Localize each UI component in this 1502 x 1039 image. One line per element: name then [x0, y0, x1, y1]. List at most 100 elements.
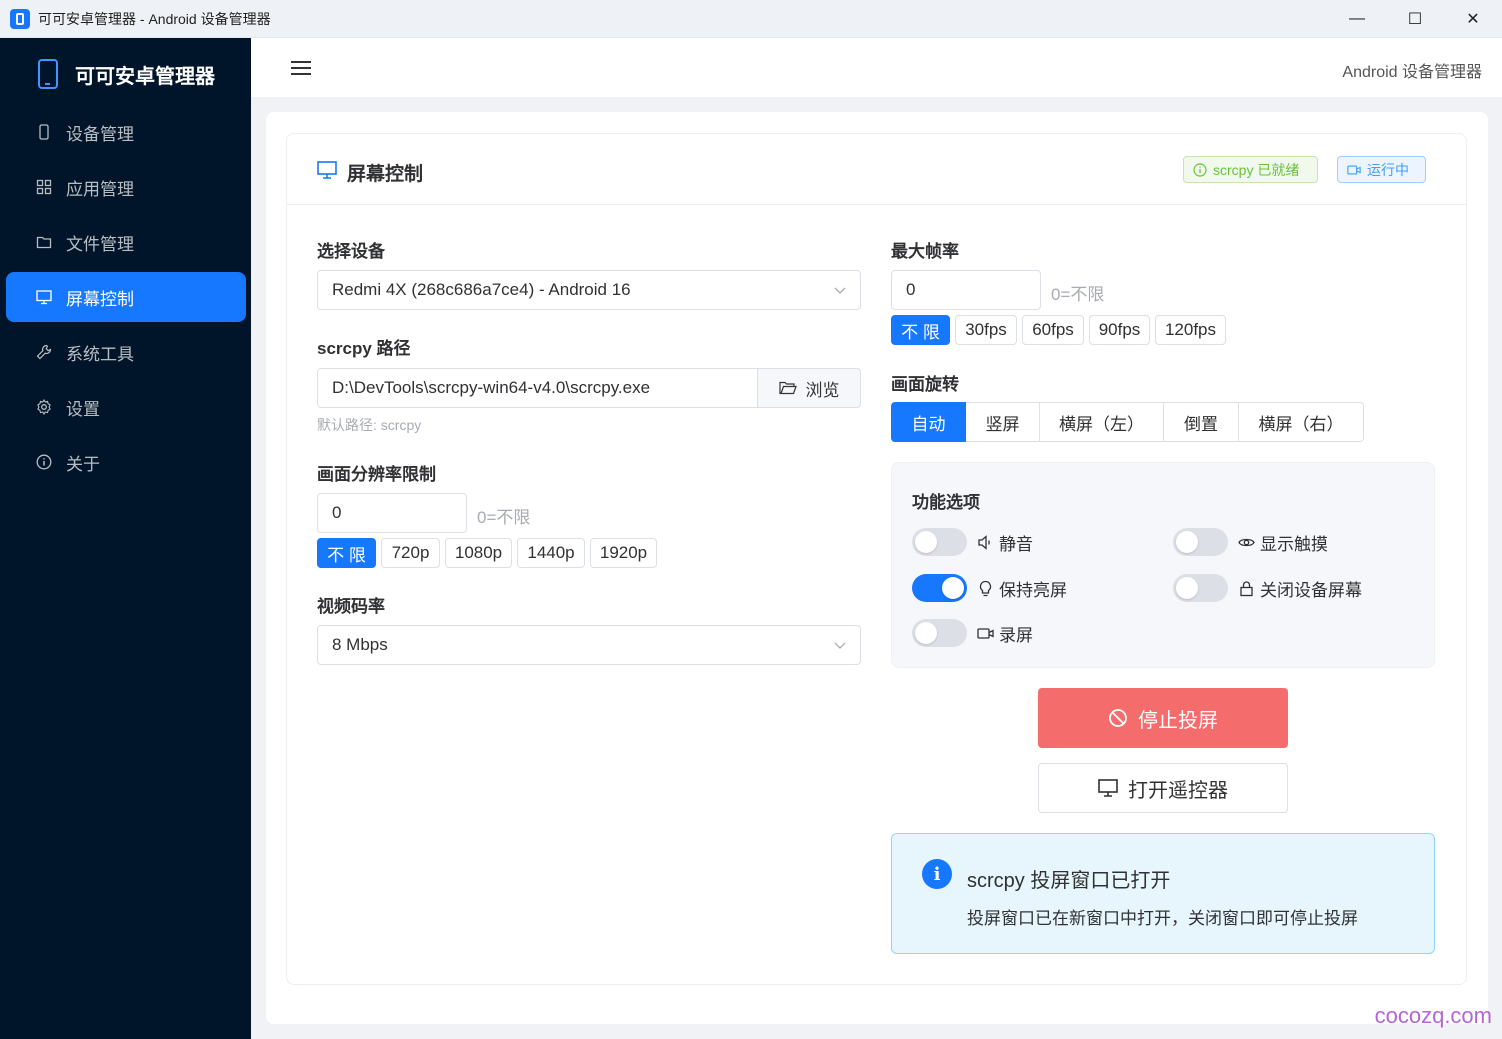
- max-fps-hint: 0=不限: [1051, 285, 1105, 304]
- fps-preset-60[interactable]: 60fps: [1022, 315, 1084, 345]
- monitor-icon: [1098, 779, 1118, 797]
- sidebar-item-about[interactable]: 关于: [6, 437, 246, 487]
- open-remote-button[interactable]: 打开遥控器: [1038, 763, 1288, 813]
- top-header: Android 设备管理器: [251, 38, 1502, 98]
- feature-options-title: 功能选项: [912, 493, 980, 512]
- window-title: 可可安卓管理器 - Android 设备管理器: [38, 10, 271, 27]
- bulb-icon: [979, 580, 992, 596]
- brand-name: 可可安卓管理器: [75, 65, 215, 88]
- feature-turn-screen-off: 关闭设备屏幕: [1173, 574, 1362, 602]
- device-select-value: Redmi 4X (268c686a7ce4) - Android 16: [332, 280, 631, 299]
- device-select[interactable]: Redmi 4X (268c686a7ce4) - Android 16: [317, 270, 861, 310]
- resolution-input[interactable]: 0: [317, 493, 467, 533]
- maximize-button[interactable]: ☐: [1386, 0, 1444, 38]
- max-fps-input[interactable]: 0: [891, 270, 1041, 310]
- rotation-landscape-left[interactable]: 横屏（左）: [1040, 402, 1164, 442]
- rotation-portrait[interactable]: 竖屏: [966, 402, 1040, 442]
- rotation-auto[interactable]: 自动: [891, 402, 966, 442]
- rotation-landscape-right[interactable]: 横屏（右）: [1239, 402, 1364, 442]
- resolution-preset-1440p[interactable]: 1440p: [517, 538, 585, 568]
- card-title: 屏幕控制: [347, 164, 424, 185]
- record-toggle[interactable]: [912, 619, 967, 647]
- feature-record: 录屏: [912, 619, 1033, 647]
- sidebar-item-settings[interactable]: 设置: [6, 382, 246, 432]
- minimize-button[interactable]: —: [1328, 0, 1386, 38]
- bitrate-label: 视频码率: [317, 597, 385, 616]
- feature-label: 显示触摸: [1260, 534, 1328, 554]
- sidebar-item-label: 设备管理: [66, 124, 134, 144]
- close-button[interactable]: ✕: [1444, 0, 1502, 38]
- fps-preset-30[interactable]: 30fps: [955, 315, 1017, 345]
- info-alert: i scrcpy 投屏窗口已打开 投屏窗口已在新窗口中打开，关闭窗口即可停止投屏: [891, 833, 1435, 954]
- wrench-icon: [36, 344, 52, 360]
- sidebar-item-tools[interactable]: 系统工具: [6, 327, 246, 377]
- alert-title: scrcpy 投屏窗口已打开: [967, 870, 1171, 892]
- show-touches-toggle[interactable]: [1173, 528, 1228, 556]
- sidebar-item-label: 屏幕控制: [66, 289, 134, 309]
- bitrate-select-value: 8 Mbps: [332, 635, 388, 654]
- eye-icon: [1238, 538, 1255, 546]
- card-header: 屏幕控制 scrcpy 已就绪 运行中: [287, 134, 1466, 205]
- resolution-value: 0: [332, 503, 342, 522]
- grid-icon: [36, 179, 52, 195]
- header-title: Android 设备管理器: [1342, 64, 1482, 81]
- sidebar-item-label: 系统工具: [66, 344, 134, 364]
- lock-icon: [1240, 580, 1253, 596]
- fps-preset-90[interactable]: 90fps: [1089, 315, 1150, 345]
- alert-description: 投屏窗口已在新窗口中打开，关闭窗口即可停止投屏: [967, 909, 1358, 928]
- mute-toggle[interactable]: [912, 528, 967, 556]
- scrcpy-path-value: D:\DevTools\scrcpy-win64-v4.0\scrcpy.exe: [332, 378, 651, 397]
- turn-screen-off-toggle[interactable]: [1173, 574, 1228, 602]
- stay-awake-toggle[interactable]: [912, 574, 967, 602]
- resolution-preset-720p[interactable]: 720p: [381, 538, 440, 568]
- info-icon: [1193, 162, 1207, 177]
- bitrate-select[interactable]: 8 Mbps: [317, 625, 861, 665]
- sidebar-item-label: 应用管理: [66, 179, 134, 199]
- running-badge: 运行中: [1337, 156, 1426, 183]
- fps-preset-120[interactable]: 120fps: [1155, 315, 1226, 345]
- resolution-preset-1920p[interactable]: 1920p: [590, 538, 657, 568]
- sidebar-item-files[interactable]: 文件管理: [6, 217, 246, 267]
- resolution-label: 画面分辨率限制: [317, 465, 436, 484]
- folder-open-icon: [778, 381, 797, 395]
- ban-icon: [1109, 709, 1127, 727]
- sidebar-item-devices[interactable]: 设备管理: [6, 107, 246, 157]
- phone-logo-icon: [38, 59, 58, 89]
- feature-label: 保持亮屏: [999, 580, 1067, 600]
- scrcpy-path-input[interactable]: D:\DevTools\scrcpy-win64-v4.0\scrcpy.exe: [317, 368, 758, 408]
- feature-label: 关闭设备屏幕: [1260, 580, 1362, 600]
- sidebar-item-apps[interactable]: 应用管理: [6, 162, 246, 212]
- gear-icon: [36, 399, 52, 415]
- max-fps-value: 0: [906, 280, 916, 299]
- info-icon: i: [922, 859, 952, 889]
- phone-icon: [36, 124, 52, 140]
- sidebar-item-screen[interactable]: 屏幕控制: [6, 272, 246, 322]
- stop-mirroring-button[interactable]: 停止投屏: [1038, 688, 1288, 748]
- max-fps-label: 最大帧率: [891, 242, 959, 261]
- feature-show-touches: 显示触摸: [1173, 528, 1328, 556]
- feature-label: 录屏: [999, 625, 1033, 645]
- rotation-segmented: 自动 竖屏 横屏（左） 倒置 横屏（右）: [891, 402, 1364, 442]
- brand: 可可安卓管理器: [0, 38, 251, 110]
- rotation-inverted[interactable]: 倒置: [1164, 402, 1239, 442]
- menu-toggle-icon[interactable]: [291, 58, 311, 78]
- feature-stay-awake: 保持亮屏: [912, 574, 1067, 602]
- badge-label: scrcpy 已就绪: [1213, 161, 1300, 178]
- volume-icon: [978, 534, 992, 550]
- browse-button[interactable]: 浏览: [757, 368, 861, 408]
- sidebar-item-label: 关于: [66, 454, 100, 474]
- chevron-down-icon: [834, 287, 846, 294]
- device-label: 选择设备: [317, 242, 385, 261]
- resolution-preset-1080p[interactable]: 1080p: [445, 538, 512, 568]
- scrcpy-path-hint: 默认路径: scrcpy: [317, 417, 422, 433]
- resolution-preset-unlimited[interactable]: 不 限: [317, 538, 376, 568]
- badge-label: 运行中: [1367, 161, 1409, 178]
- monitor-icon: [317, 161, 337, 179]
- feature-label: 静音: [999, 534, 1033, 554]
- fps-preset-unlimited[interactable]: 不 限: [891, 315, 950, 345]
- resolution-hint: 0=不限: [477, 508, 531, 527]
- monitor-icon: [36, 289, 52, 305]
- chevron-down-icon: [834, 642, 846, 649]
- camera-icon: [977, 627, 994, 639]
- scrcpy-ready-badge: scrcpy 已就绪: [1183, 156, 1318, 183]
